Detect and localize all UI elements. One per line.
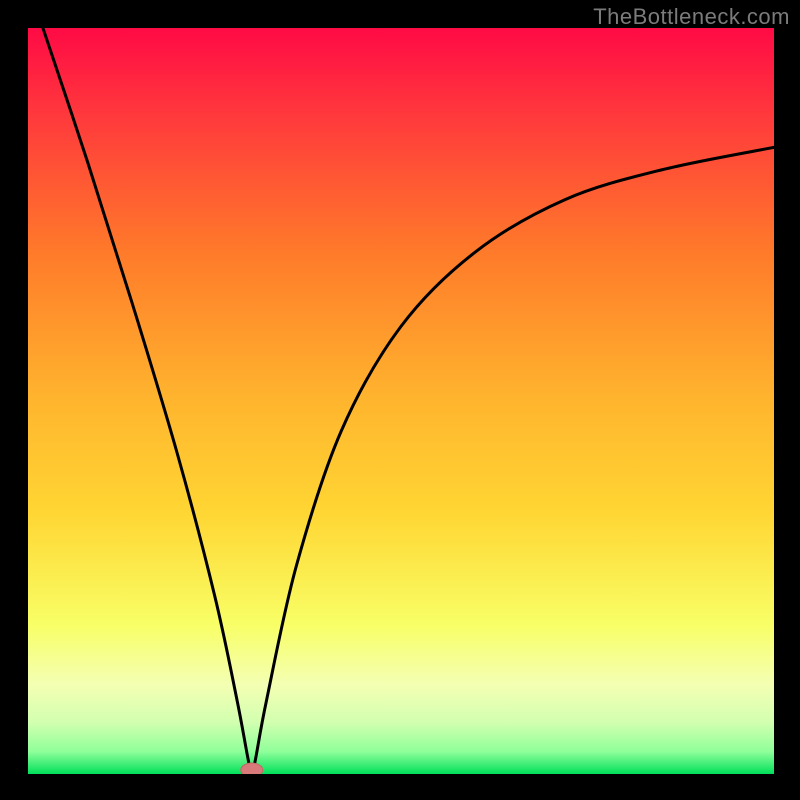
chart-svg: [28, 28, 774, 774]
chart-plot-area: [28, 28, 774, 774]
optimum-marker: [241, 763, 263, 774]
watermark-text: TheBottleneck.com: [593, 4, 790, 30]
gradient-background: [28, 28, 774, 774]
